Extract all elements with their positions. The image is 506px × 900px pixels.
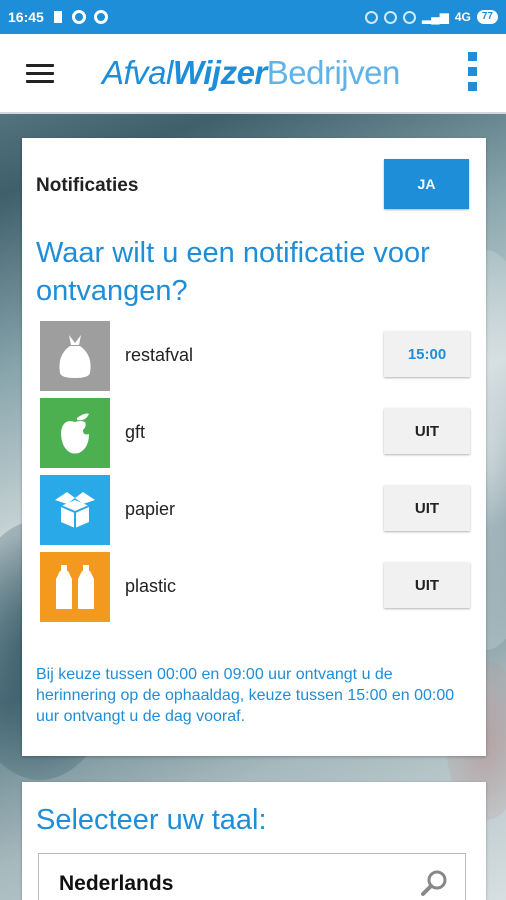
app-logo: AfvalWijzerBedrijven bbox=[102, 54, 400, 92]
time-select-button[interactable]: 15:00 bbox=[384, 331, 470, 377]
notifications-label: Notificaties bbox=[36, 175, 139, 196]
notification-info-text: Bij keuze tussen 00:00 en 09:00 uur ontv… bbox=[36, 666, 455, 725]
time-select-button[interactable]: UIT bbox=[384, 408, 470, 454]
notifications-toggle-button[interactable]: JA bbox=[384, 159, 469, 209]
status-time: 16:45 bbox=[8, 9, 44, 25]
logo-part-wijzer: Wijzer bbox=[172, 54, 267, 91]
signal-icon: ▂▄▆ bbox=[421, 10, 449, 24]
waste-row-gft: gft UIT bbox=[40, 398, 470, 468]
waste-row-papier: papier UIT bbox=[40, 475, 470, 545]
apple-core-icon bbox=[40, 398, 110, 468]
waste-name: gft bbox=[125, 422, 146, 442]
notification-card: Notificaties JA Waar wilt u een notifica… bbox=[22, 138, 486, 756]
bottles-icon bbox=[40, 552, 110, 622]
mute-icon bbox=[383, 10, 397, 24]
waste-name: papier bbox=[125, 499, 176, 519]
sim-icon bbox=[53, 11, 62, 23]
language-card: Selecteer uw taal: Nederlands bbox=[22, 782, 486, 900]
hamburger-icon[interactable] bbox=[26, 64, 54, 84]
language-title: Selecteer uw taal: bbox=[36, 804, 267, 836]
waste-name: restafval bbox=[125, 345, 194, 365]
hotspot-icon bbox=[364, 10, 378, 24]
waste-row-plastic: plastic UIT bbox=[40, 552, 470, 622]
battery-icon: 77 bbox=[476, 10, 498, 24]
notification-question: Waar wilt u een notificatie voor ontvang… bbox=[36, 237, 430, 307]
waste-row-restafval: restafval 15:00 bbox=[40, 321, 470, 391]
trash-bag-icon bbox=[40, 321, 110, 391]
more-vert-icon[interactable] bbox=[468, 52, 478, 100]
language-selected-value: Nederlands bbox=[59, 872, 174, 895]
app-bar: AfvalWijzerBedrijven bbox=[0, 34, 506, 114]
network-type: 4G bbox=[454, 10, 471, 24]
logo-part-afval: Afval bbox=[102, 54, 173, 91]
notification-dot-icon bbox=[71, 10, 86, 24]
language-select[interactable]: Nederlands bbox=[38, 853, 466, 900]
time-select-button[interactable]: UIT bbox=[384, 485, 470, 531]
alarm-icon bbox=[402, 10, 416, 24]
box-icon bbox=[40, 475, 110, 545]
status-bar: 16:45 ▂▄▆ 4G 77 bbox=[0, 0, 506, 34]
time-select-button[interactable]: UIT bbox=[384, 562, 470, 608]
notification-dot-icon bbox=[93, 10, 108, 24]
search-icon[interactable] bbox=[419, 868, 449, 898]
logo-part-bedrijven: Bedrijven bbox=[266, 54, 401, 91]
waste-name: plastic bbox=[125, 576, 177, 596]
